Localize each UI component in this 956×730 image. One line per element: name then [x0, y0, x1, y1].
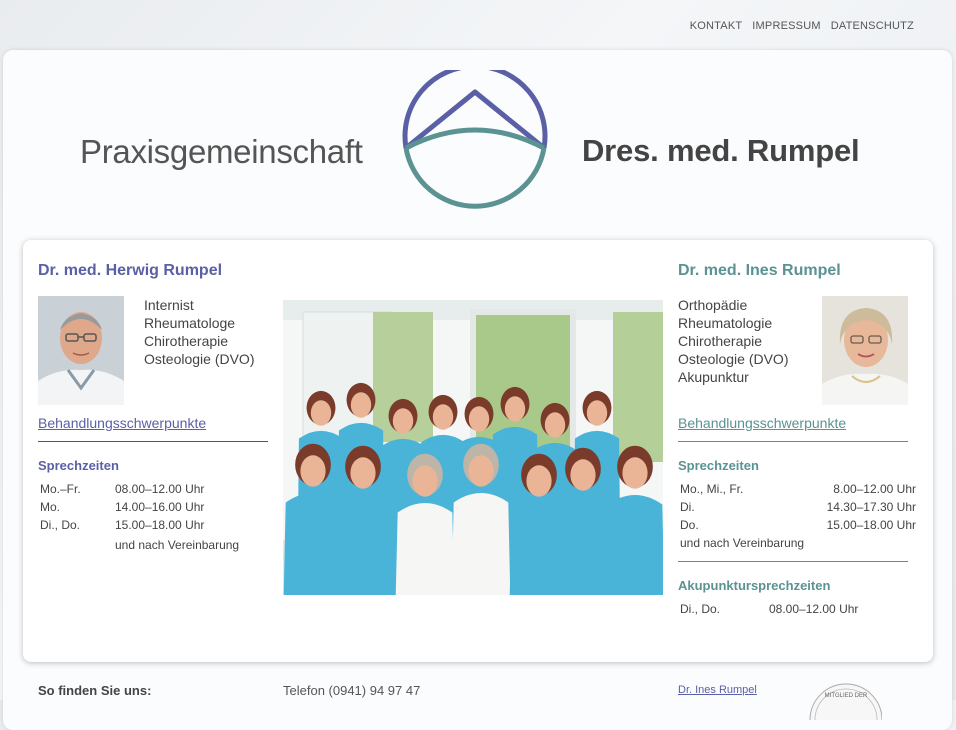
specialty-item: Orthopädie	[678, 297, 748, 313]
doctor-right-focus-link[interactable]: Behandlungsschwerpunkte	[678, 415, 846, 431]
doctor-left-photo	[38, 296, 124, 405]
hours-row: Do. 15.00–18.00 Uhr	[680, 518, 916, 536]
doctor-left-name: Dr. med. Herwig Rumpel	[38, 262, 223, 279]
specialty-item: Osteologie (DVO)	[678, 351, 789, 367]
hours-day: Do.	[680, 518, 699, 532]
doctor-left-focus-link[interactable]: Behandlungsschwerpunkte	[38, 415, 206, 431]
hours-day: Di.	[680, 500, 695, 514]
hours-row: Di. 14.30–17.30 Uhr	[680, 500, 916, 518]
nav-impressum[interactable]: IMPRESSUM	[752, 20, 820, 32]
specialty-item: Akupunktur	[678, 369, 749, 385]
divider	[38, 441, 268, 442]
hours-time: 15.00–18.00 Uhr	[115, 518, 205, 532]
brand-left-text: Praxisgemeinschaft	[80, 133, 363, 170]
hours-row: Di., Do. 15.00–18.00 Uhr	[40, 518, 270, 536]
hours-row: Mo., Mi., Fr. 8.00–12.00 Uhr	[680, 482, 916, 500]
hours-time: 15.00–18.00 Uhr	[826, 518, 916, 532]
hours-day: Mo.–Fr.	[40, 482, 81, 496]
brand-right-text: Dres. med. Rumpel	[582, 133, 860, 168]
hours-row: Di., Do. 08.00–12.00 Uhr	[680, 602, 916, 620]
directions-label: So finden Sie uns:	[38, 683, 152, 698]
specialty-item: Chirotherapie	[678, 333, 763, 349]
nav-datenschutz[interactable]: DATENSCHUTZ	[831, 20, 914, 32]
doctor-right-photo	[822, 296, 908, 405]
nav-kontakt[interactable]: KONTAKT	[690, 20, 743, 32]
hours-day: Di., Do.	[680, 602, 721, 616]
hours-time: 08.00–12.00 Uhr	[115, 482, 205, 496]
specialty-item: Internist	[144, 297, 194, 313]
acupuncture-hours-title: Akupunktursprechzeiten	[678, 578, 831, 593]
hours-day: Di., Do.	[40, 518, 81, 532]
specialty-item: Osteologie (DVO)	[144, 351, 255, 367]
hours-note: und nach Vereinbarung	[680, 536, 805, 550]
divider	[678, 561, 908, 562]
hours-row: Mo.–Fr. 08.00–12.00 Uhr	[40, 482, 270, 500]
doctor-left-hours: Mo.–Fr. 08.00–12.00 Uhr Mo. 14.00–16.00 …	[40, 482, 270, 552]
acupuncture-hours: Di., Do. 08.00–12.00 Uhr	[680, 602, 916, 620]
hours-row: Mo. 14.00–16.00 Uhr	[40, 500, 270, 518]
membership-badge: MITGLIED DER	[802, 680, 882, 720]
specialty-item: Rheumatologe	[144, 315, 236, 331]
phone-number: Telefon (0941) 94 97 47	[283, 683, 421, 698]
hours-day: Mo.	[40, 500, 61, 514]
specialty-item: Rheumatologie	[678, 315, 773, 331]
hours-time: 08.00–12.00 Uhr	[769, 602, 859, 616]
hours-time: 8.00–12.00 Uhr	[833, 482, 916, 496]
footer-doctor-link[interactable]: Dr. Ines Rumpel	[678, 684, 757, 696]
doctor-left-specialties: Internist Rheumatologe Chirotherapie Ost…	[144, 296, 254, 368]
doctor-left-hours-title: Sprechzeiten	[38, 458, 119, 473]
top-nav: KONTAKT IMPRESSUM DATENSCHUTZ	[690, 20, 914, 32]
hours-note: und nach Vereinbarung	[115, 538, 240, 552]
doctor-right-name: Dr. med. Ines Rumpel	[678, 262, 841, 279]
hours-day: Mo., Mi., Fr.	[680, 482, 744, 496]
divider	[678, 441, 908, 442]
hours-time: 14.00–16.00 Uhr	[115, 500, 205, 514]
badge-text: MITGLIED DER	[825, 693, 868, 699]
mountain-circle-logo	[402, 70, 548, 209]
hours-time: 14.30–17.30 Uhr	[826, 500, 916, 514]
doctor-right-hours-title: Sprechzeiten	[678, 458, 759, 473]
doctor-right-hours: Mo., Mi., Fr. 8.00–12.00 Uhr Di. 14.30–1…	[680, 482, 916, 550]
specialty-item: Chirotherapie	[144, 333, 229, 349]
team-photo	[283, 300, 663, 595]
doctor-right-specialties: Orthopädie Rheumatologie Chirotherapie O…	[678, 296, 788, 386]
